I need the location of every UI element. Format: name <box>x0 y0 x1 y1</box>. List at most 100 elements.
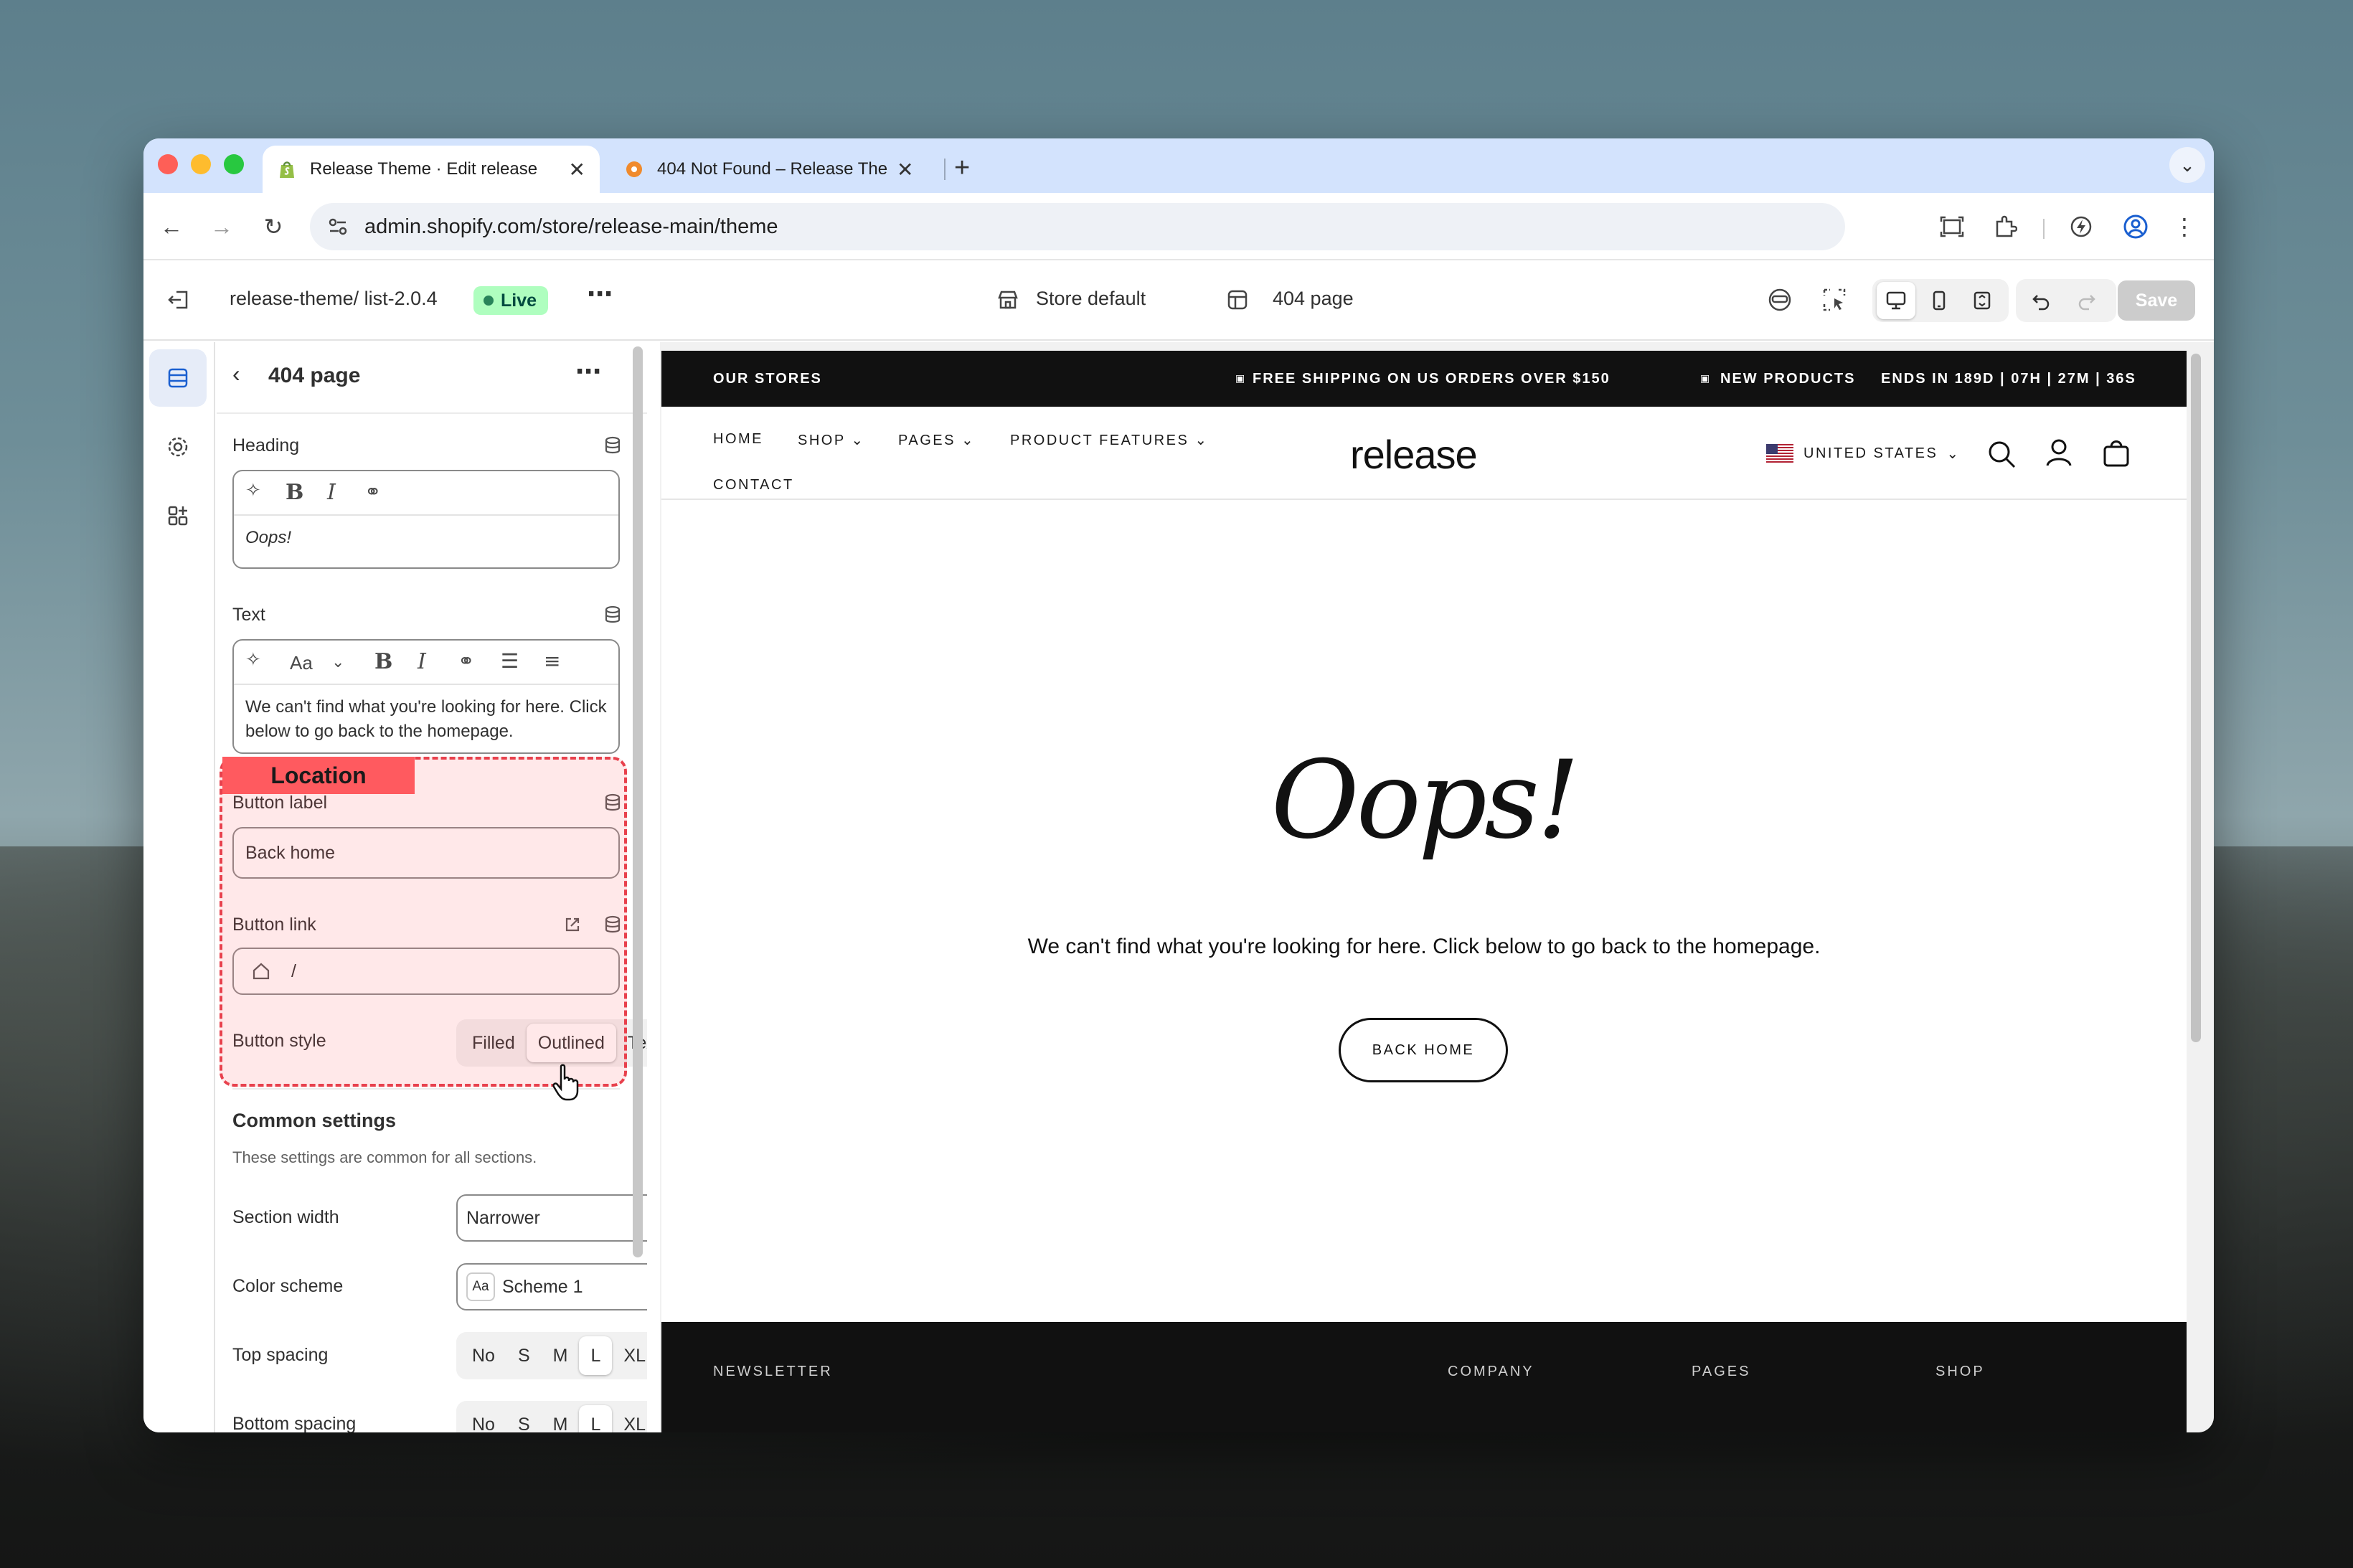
link-icon[interactable]: ⚭ <box>364 480 381 504</box>
spacing-l[interactable]: L <box>579 1405 613 1432</box>
search-icon[interactable] <box>1986 438 2017 470</box>
free-shipping-text: FREE SHIPPING ON US ORDERS OVER $150 <box>1253 371 1611 387</box>
reload-icon[interactable]: ↻ <box>255 209 291 245</box>
address-bar[interactable]: admin.shopify.com/store/release-main/the… <box>310 203 1845 250</box>
country-selector[interactable]: UNITED STATES ⌄ <box>1766 444 1961 463</box>
nav-contact[interactable]: CONTACT <box>713 477 794 493</box>
site-settings-icon[interactable] <box>326 214 350 239</box>
store-icon[interactable] <box>990 282 1026 318</box>
redo-icon[interactable] <box>2067 282 2106 319</box>
text-style-dropdown[interactable]: Aa <box>290 652 313 674</box>
close-tab-icon[interactable]: ✕ <box>569 158 585 181</box>
footer-shop-heading: SHOP <box>1935 1364 1985 1379</box>
desktop-view-icon[interactable] <box>1877 282 1915 319</box>
heading-rich-text-editor[interactable]: ✧ B I ⚭ Oops! <box>232 470 620 569</box>
chevron-down-icon[interactable]: ⌄ <box>331 653 344 671</box>
heading-value[interactable]: Oops! <box>234 516 618 560</box>
sidekick-icon[interactable] <box>1762 282 1798 318</box>
new-tab-icon[interactable]: + <box>954 153 970 184</box>
spacing-xl[interactable]: XL <box>612 1336 647 1375</box>
sections-icon[interactable] <box>149 349 207 407</box>
spacing-xl[interactable]: XL <box>612 1405 647 1433</box>
spacing-no[interactable]: No <box>461 1405 506 1433</box>
text-rich-text-editor[interactable]: ✧ Aa ⌄ B I ⚭ ☰ ≡ We can't find what you'… <box>232 639 620 754</box>
nav-home[interactable]: HOME <box>713 431 763 448</box>
new-products-link[interactable]: NEW PRODUCTS <box>1720 371 1855 387</box>
store-default-selector[interactable]: Store default <box>1036 288 1146 310</box>
theme-actions-more-icon[interactable]: ⋯ <box>587 279 613 309</box>
forward-arrow-icon[interactable]: → <box>204 209 240 245</box>
template-selector[interactable]: 404 page <box>1273 288 1354 310</box>
mobile-view-icon[interactable] <box>1920 282 1958 319</box>
nav-pages[interactable]: PAGES ⌄ <box>898 431 975 449</box>
tab-release-theme[interactable]: Release Theme · Edit release ✕ <box>263 146 600 193</box>
tab-search-chevron-icon[interactable]: ⌄ <box>2169 147 2205 183</box>
theme-name: release-theme/ list-2.0.4 <box>230 288 438 309</box>
panel-more-icon[interactable]: ⋯ <box>575 356 601 387</box>
exit-editor-icon[interactable] <box>161 282 197 318</box>
fullscreen-view-icon[interactable] <box>1963 282 2001 319</box>
theme-settings-gear-icon[interactable] <box>149 418 207 476</box>
close-window-button[interactable] <box>158 154 178 174</box>
back-home-button[interactable]: BACK HOME <box>1339 1018 1508 1082</box>
puzzle-favicon-icon <box>626 161 642 177</box>
profile-avatar-icon[interactable] <box>2118 209 2154 245</box>
nav-shop-label: SHOP <box>798 433 846 448</box>
minimize-window-button[interactable] <box>191 154 211 174</box>
announcement-bar: OUR STORES ▣ FREE SHIPPING ON US ORDERS … <box>661 351 2187 407</box>
save-button[interactable]: Save <box>2118 280 2195 321</box>
spacing-m[interactable]: M <box>542 1405 580 1433</box>
dynamic-source-icon[interactable] <box>603 435 623 455</box>
countdown-timer: ENDS IN 189D | 07H | 27M | 36S <box>1881 371 2136 387</box>
nav-shop[interactable]: SHOP ⌄ <box>798 431 865 449</box>
store-logo[interactable]: release <box>1350 431 1478 478</box>
section-width-select[interactable]: Narrower ⌃⌄ <box>456 1194 647 1242</box>
our-stores-link[interactable]: OUR STORES <box>713 371 822 387</box>
calendar-icon: ▣ <box>1235 372 1247 384</box>
nav-product-features[interactable]: PRODUCT FEATURES ⌄ <box>1010 431 1209 449</box>
close-tab-icon[interactable]: ✕ <box>897 158 913 181</box>
maximize-window-button[interactable] <box>224 154 244 174</box>
italic-icon[interactable]: I <box>418 649 426 674</box>
account-icon[interactable] <box>2043 437 2075 468</box>
italic-icon[interactable]: I <box>327 480 336 505</box>
template-icon[interactable] <box>1220 282 1255 318</box>
footer-newsletter-heading: NEWSLETTER <box>713 1364 833 1379</box>
spacing-s[interactable]: S <box>506 1405 542 1433</box>
storefront-preview-area: OUR STORES ▣ FREE SHIPPING ON US ORDERS … <box>660 342 2214 1432</box>
inspector-select-icon[interactable] <box>1816 282 1852 318</box>
dynamic-source-icon[interactable] <box>603 605 623 625</box>
ai-sparkle-icon[interactable]: ✧ <box>245 649 261 671</box>
panel-header: ‹ 404 page ⋯ <box>217 342 647 414</box>
bottom-spacing-label: Bottom spacing <box>232 1414 357 1432</box>
undo-icon[interactable] <box>2022 282 2060 319</box>
performance-bolt-icon[interactable] <box>2063 209 2099 245</box>
panel-title: 404 page <box>268 364 361 387</box>
bold-icon[interactable]: B <box>374 649 392 674</box>
bold-icon[interactable]: B <box>286 480 303 505</box>
browser-menu-icon[interactable]: ⋮ <box>2166 209 2202 245</box>
extensions-puzzle-icon[interactable] <box>1987 209 2023 245</box>
spacing-m[interactable]: M <box>542 1336 580 1375</box>
color-scheme-select[interactable]: Aa Scheme 1 ⌃⌄ <box>456 1263 647 1310</box>
panel-scrollbar[interactable] <box>633 346 643 1257</box>
back-chevron-icon[interactable]: ‹ <box>232 361 240 387</box>
numbered-list-icon[interactable]: ≡ <box>544 649 560 673</box>
link-icon[interactable]: ⚭ <box>458 649 474 673</box>
section-width-label: Section width <box>232 1207 339 1227</box>
tab-404-not-found[interactable]: 404 Not Found – Release The ✕ <box>610 146 1083 193</box>
ai-sparkle-icon[interactable]: ✧ <box>245 480 261 501</box>
chevron-down-icon: ⌄ <box>961 433 976 448</box>
spacing-l[interactable]: L <box>579 1336 613 1375</box>
spacing-no[interactable]: No <box>461 1336 506 1375</box>
bullet-list-icon[interactable]: ☰ <box>501 649 519 673</box>
spacing-s[interactable]: S <box>506 1336 542 1375</box>
screen-capture-icon[interactable] <box>1934 209 1970 245</box>
app-embeds-icon[interactable] <box>149 487 207 544</box>
live-label: Live <box>501 290 537 311</box>
text-value[interactable]: We can't find what you're looking for he… <box>234 685 618 754</box>
back-arrow-icon[interactable]: ← <box>154 209 189 245</box>
cart-bag-icon[interactable] <box>2100 437 2132 468</box>
error-message: We can't find what you're looking for he… <box>1027 935 1821 958</box>
preview-scrollbar[interactable] <box>2191 354 2201 1042</box>
